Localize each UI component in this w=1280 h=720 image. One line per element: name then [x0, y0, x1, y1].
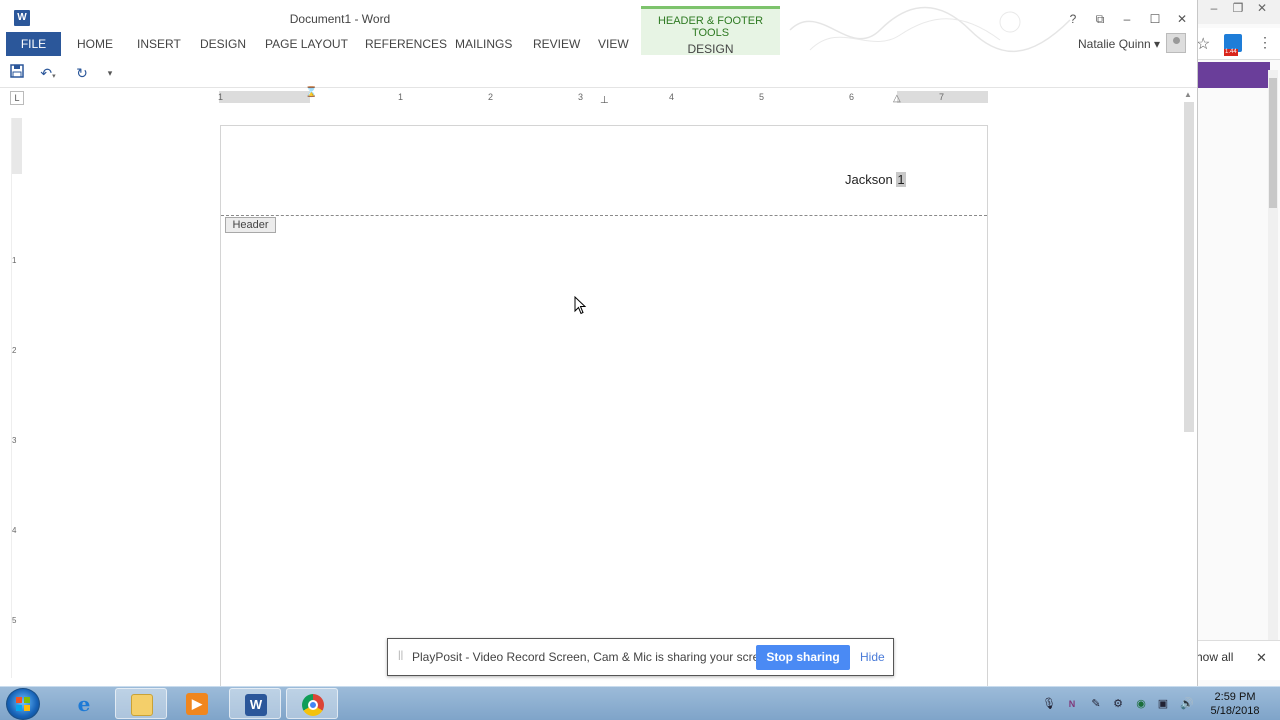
ruler-number: 1 — [12, 256, 17, 265]
folder-icon — [131, 694, 153, 716]
clock-time: 2:59 PM — [1214, 691, 1256, 703]
extension-icon[interactable]: 1.44 — [1224, 34, 1242, 56]
browser-scrollbar[interactable] — [1268, 70, 1278, 680]
ruler-number: 3 — [578, 92, 584, 102]
header-boundary-line — [221, 215, 987, 216]
avatar[interactable] — [1166, 33, 1186, 53]
chrome-icon — [302, 694, 324, 716]
undo-icon[interactable]: ↶▾ — [35, 64, 61, 82]
ruler-number: 6 — [849, 92, 855, 102]
redo-icon[interactable]: ↻ — [73, 64, 91, 82]
ribbon-tabs: FILE HOME INSERT DESIGN PAGE LAYOUT REFE… — [0, 32, 1197, 56]
tab-mailings[interactable]: MAILINGS — [455, 32, 512, 56]
browser-page-banner — [1190, 62, 1270, 88]
tab-insert[interactable]: INSERT — [137, 32, 181, 56]
ruler-number: 4 — [669, 92, 675, 102]
tab-review[interactable]: REVIEW — [533, 32, 580, 56]
taskbar-word[interactable]: W — [229, 688, 281, 719]
onenote-icon[interactable]: N — [1065, 697, 1079, 711]
user-account-name[interactable]: Natalie Quinn ▾ — [1078, 37, 1160, 51]
media-player-icon: ▶ — [186, 693, 208, 715]
page-number-field[interactable]: 1 — [896, 172, 906, 187]
header-content[interactable]: Jackson 1 — [845, 172, 906, 187]
word-icon: W — [245, 694, 267, 716]
tab-file[interactable]: FILE — [6, 32, 61, 56]
clock-date: 5/18/2018 — [1210, 705, 1260, 717]
system-clock[interactable]: 2:59 PM 5/18/2018 — [1202, 690, 1268, 718]
extension-badge: 1.44 — [1224, 49, 1238, 56]
browser-close-button[interactable]: ✕ — [1250, 0, 1274, 18]
ruler-number: 1 — [218, 92, 224, 102]
help-button[interactable]: ? — [1063, 10, 1083, 28]
tab-references[interactable]: REFERENCES — [365, 32, 447, 56]
word-app-icon[interactable]: W — [14, 10, 30, 26]
quick-access-toolbar: ↶▾ ↻ ▾ — [0, 56, 1197, 88]
network-icon[interactable]: ▣ — [1156, 697, 1170, 711]
download-bar-close-icon[interactable]: ✕ — [1256, 650, 1267, 666]
ruler-number: 2 — [488, 92, 494, 102]
right-indent-marker[interactable]: △ — [893, 93, 901, 104]
ruler-number: 1 — [398, 92, 404, 102]
ruler-number: 7 — [939, 92, 945, 102]
scrollbar-thumb[interactable] — [1184, 102, 1194, 432]
document-work-area: L 1 1 2 3 4 5 6 7 ⌛ ⊥ △ 1 2 3 4 5 ▲ Jack… — [0, 87, 1197, 686]
ruler-number: 2 — [12, 346, 17, 355]
internet-explorer-icon: e — [77, 692, 91, 716]
taskbar-media-player[interactable]: ▶ — [171, 688, 223, 719]
ruler-number: 5 — [759, 92, 765, 102]
hide-button[interactable]: Hide — [860, 650, 885, 664]
close-button[interactable]: ✕ — [1172, 10, 1192, 28]
volume-icon[interactable]: 🔊 — [1180, 697, 1194, 711]
background-browser-window: – ❐ ✕ ☆ 1.44 ⋮ how all ✕ — [1190, 0, 1280, 690]
tab-selector[interactable]: L — [10, 91, 24, 105]
center-tab-stop[interactable]: ⊥ — [600, 95, 609, 106]
browser-restore-button[interactable]: ❐ — [1226, 0, 1250, 18]
taskbar-chrome[interactable] — [286, 688, 338, 719]
taskbar: e ▶ W 🎙 N ✎ ⚙ ◉ ▣ 🔊 2:59 PM 5/18/2018 — [0, 686, 1280, 720]
ruler-number: 4 — [12, 526, 17, 535]
drag-handle-icon[interactable]: || — [398, 650, 403, 661]
customize-qat-icon[interactable]: ▾ — [101, 64, 119, 82]
document-title: Document1 - Word — [289, 12, 391, 26]
scroll-up-arrow-icon[interactable]: ▲ — [1184, 90, 1192, 99]
ruler-number: 5 — [12, 616, 17, 625]
tab-home[interactable]: HOME — [77, 32, 113, 56]
header-tag: Header — [225, 217, 276, 233]
browser-minimize-button[interactable]: – — [1202, 0, 1226, 18]
start-button[interactable] — [6, 688, 40, 720]
screen-sharing-bar: || PlayPosit - Video Record Screen, Cam … — [387, 638, 894, 676]
tab-design[interactable]: DESIGN — [200, 32, 246, 56]
microphone-icon[interactable]: 🎙 — [1042, 697, 1056, 711]
tray-network-settings-icon[interactable]: ⚙ — [1111, 697, 1125, 711]
word-window: W Document1 - Word ? ⧉ – ☐ ✕ HEADER & FO… — [0, 0, 1198, 686]
document-page[interactable]: Jackson 1 Header — [220, 125, 988, 686]
vertical-ruler[interactable]: 1 2 3 4 5 — [11, 118, 22, 678]
save-icon[interactable] — [8, 64, 26, 82]
mouse-pointer-icon — [574, 296, 587, 315]
title-bar: W Document1 - Word ? ⧉ – ☐ ✕ — [0, 0, 1197, 52]
show-all-downloads-link[interactable]: how all — [1196, 650, 1233, 664]
sharing-message: PlayPosit - Video Record Screen, Cam & M… — [412, 650, 776, 664]
bookmark-star-icon[interactable]: ☆ — [1196, 34, 1210, 54]
ribbon-display-options-button[interactable]: ⧉ — [1090, 10, 1110, 28]
tray-security-icon[interactable]: ◉ — [1134, 697, 1148, 711]
vertical-scrollbar[interactable]: ▲ — [1182, 88, 1196, 686]
ruler-number: 3 — [12, 436, 17, 445]
tray-tool-icon[interactable]: ✎ — [1089, 697, 1103, 711]
browser-menu-icon[interactable]: ⋮ — [1258, 34, 1272, 51]
tab-view[interactable]: VIEW — [598, 32, 629, 56]
taskbar-internet-explorer[interactable]: e — [58, 688, 110, 719]
first-line-indent-marker[interactable]: ⌛ — [305, 87, 317, 98]
header-author-text[interactable]: Jackson — [845, 172, 896, 187]
stop-sharing-button[interactable]: Stop sharing — [756, 645, 850, 670]
windows-logo-icon — [16, 697, 31, 712]
minimize-button[interactable]: – — [1117, 10, 1137, 28]
horizontal-ruler[interactable]: 1 1 2 3 4 5 6 7 ⌛ ⊥ △ — [218, 87, 988, 106]
maximize-button[interactable]: ☐ — [1145, 10, 1165, 28]
tab-page-layout[interactable]: PAGE LAYOUT — [265, 32, 348, 56]
taskbar-file-explorer[interactable] — [115, 688, 167, 719]
